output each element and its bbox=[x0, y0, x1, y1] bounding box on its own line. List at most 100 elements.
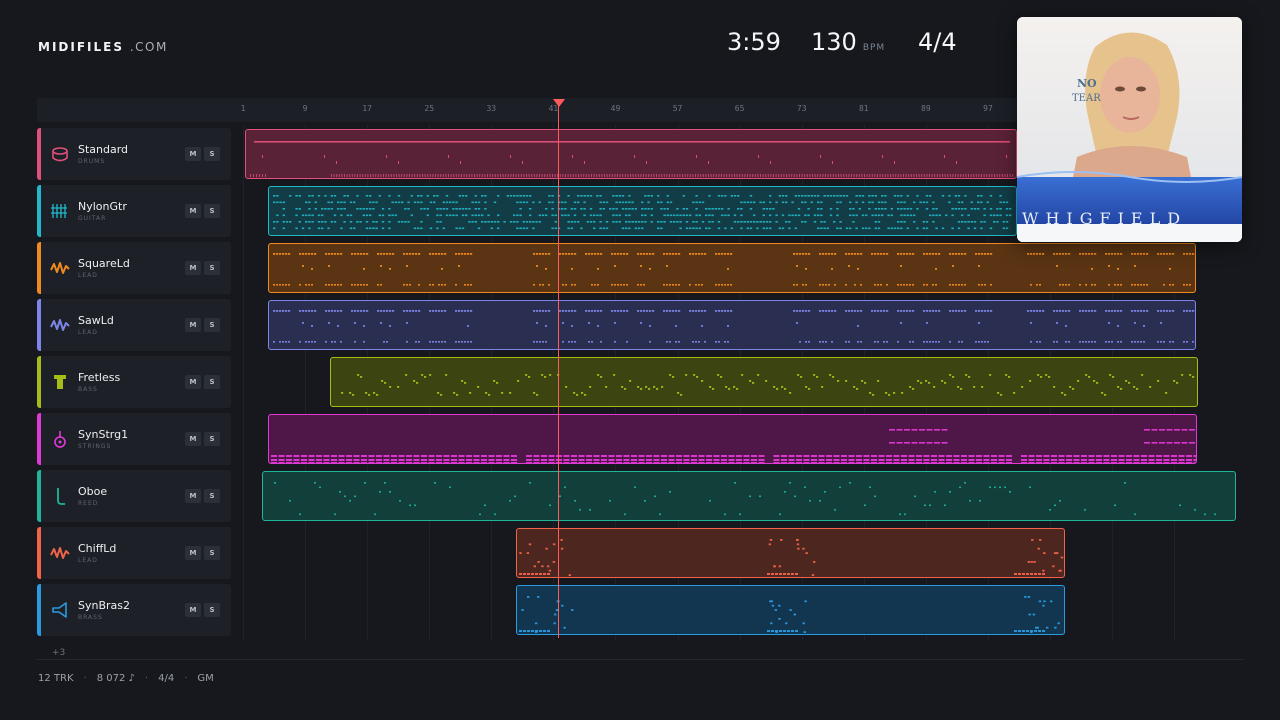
solo-button[interactable]: S bbox=[204, 318, 220, 332]
mute-button[interactable]: M bbox=[185, 489, 201, 503]
track-header-fretless[interactable]: Fretless BASS M S bbox=[37, 356, 231, 408]
track-name: ChiffLd bbox=[78, 542, 117, 555]
track-count: 12 TRK bbox=[38, 673, 74, 684]
track-color-strip bbox=[37, 527, 41, 579]
wave-icon bbox=[50, 258, 70, 278]
brand-logo: MIDIFILES .COM bbox=[38, 40, 168, 54]
svg-text:TEAR: TEAR bbox=[1072, 93, 1101, 104]
mute-button[interactable]: M bbox=[185, 261, 201, 275]
midi-clip-squareld[interactable] bbox=[268, 243, 1196, 293]
mute-button[interactable]: M bbox=[185, 204, 201, 218]
track-name: SynStrg1 bbox=[78, 428, 129, 441]
svg-text:NO: NO bbox=[1077, 77, 1097, 90]
track-category: REED bbox=[78, 500, 99, 507]
track-category: BRASS bbox=[78, 614, 103, 621]
midi-standard: GM bbox=[197, 673, 214, 684]
ruler-tick-label: 65 bbox=[734, 104, 745, 113]
track-category: LEAD bbox=[78, 272, 98, 279]
solo-button[interactable]: S bbox=[204, 489, 220, 503]
status-footer: 12 TRK · 8 072 ♪ · 4/4 · GM bbox=[38, 673, 214, 684]
solo-button[interactable]: S bbox=[204, 375, 220, 389]
mute-button[interactable]: M bbox=[185, 546, 201, 560]
separator: · bbox=[184, 673, 188, 684]
album-cover: NO TEAR WHIGFIELD bbox=[1017, 17, 1242, 242]
note-count: 8 072 ♪ bbox=[96, 673, 135, 684]
mute-button[interactable]: M bbox=[185, 147, 201, 161]
track-header-oboe[interactable]: Oboe REED M S bbox=[37, 470, 231, 522]
ruler-tick-label: 33 bbox=[486, 104, 497, 113]
midi-clip-fretless[interactable] bbox=[330, 357, 1198, 407]
track-category: GUITAR bbox=[78, 215, 107, 222]
song-duration: 3:59 bbox=[727, 28, 781, 56]
track-name: NylonGtr bbox=[78, 200, 127, 213]
track-header-nylongtr[interactable]: NylonGtr GUITAR M S bbox=[37, 185, 231, 237]
ruler-tick-label: 9 bbox=[302, 104, 308, 113]
separator: · bbox=[83, 673, 87, 684]
track-header-squareld[interactable]: SquareLd LEAD M S bbox=[37, 242, 231, 294]
brand-name: MIDIFILES bbox=[38, 40, 124, 54]
midi-clip-oboe[interactable] bbox=[262, 471, 1236, 521]
track-color-strip bbox=[37, 470, 41, 522]
track-category: LEAD bbox=[78, 329, 98, 336]
ruler-tick-label: 25 bbox=[424, 104, 435, 113]
midi-clip-synstrg1[interactable] bbox=[268, 414, 1197, 464]
playhead[interactable] bbox=[558, 106, 559, 638]
track-color-strip bbox=[37, 584, 41, 636]
wave-icon bbox=[50, 543, 70, 563]
time-signature: 4/4 bbox=[918, 28, 957, 56]
ruler-tick-label: 17 bbox=[362, 104, 372, 113]
mute-button[interactable]: M bbox=[185, 603, 201, 617]
bpm-value: 130 bbox=[811, 28, 857, 56]
track-header-standard[interactable]: Standard DRUMS M S bbox=[37, 128, 231, 180]
guitar-icon bbox=[50, 201, 70, 221]
solo-button[interactable]: S bbox=[204, 603, 220, 617]
track-name: Fretless bbox=[78, 371, 121, 384]
track-color-strip bbox=[37, 356, 41, 408]
playhead-handle[interactable] bbox=[553, 99, 565, 107]
track-name: SynBras2 bbox=[78, 599, 131, 612]
track-color-strip bbox=[37, 242, 41, 294]
ruler-tick-label: 1 bbox=[240, 104, 246, 113]
ruler-tick-label: 81 bbox=[858, 104, 869, 113]
footer-divider bbox=[37, 659, 1243, 660]
solo-button[interactable]: S bbox=[204, 432, 220, 446]
ruler-tick-label: 73 bbox=[796, 104, 807, 113]
ruler-tick-label: 57 bbox=[672, 104, 683, 113]
track-color-strip bbox=[37, 185, 41, 237]
time-signature-value: 4/4 bbox=[918, 28, 957, 56]
drum-icon bbox=[50, 144, 70, 164]
bass-icon bbox=[50, 372, 70, 392]
track-header-sawld[interactable]: SawLd LEAD M S bbox=[37, 299, 231, 351]
ruler-tick-label: 49 bbox=[610, 104, 621, 113]
solo-button[interactable]: S bbox=[204, 546, 220, 560]
midi-clip-chiffld[interactable] bbox=[516, 528, 1065, 578]
tempo-display: 130 BPM bbox=[811, 28, 885, 56]
solo-button[interactable]: S bbox=[204, 261, 220, 275]
solo-button[interactable]: S bbox=[204, 147, 220, 161]
more-tracks-indicator[interactable]: +3 bbox=[52, 648, 65, 658]
midi-clip-sawld[interactable] bbox=[268, 300, 1196, 350]
bpm-label: BPM bbox=[862, 43, 886, 53]
mute-button[interactable]: M bbox=[185, 432, 201, 446]
album-artist-text: WHIGFIELD bbox=[1022, 209, 1187, 228]
midi-clip-standard[interactable] bbox=[245, 129, 1017, 179]
track-category: LEAD bbox=[78, 557, 98, 564]
track-header-chiffld[interactable]: ChiffLd LEAD M S bbox=[37, 527, 231, 579]
track-header-synbras2[interactable]: SynBras2 BRASS M S bbox=[37, 584, 231, 636]
ruler-tick-label: 97 bbox=[983, 104, 993, 113]
solo-button[interactable]: S bbox=[204, 204, 220, 218]
track-header-synstrg1[interactable]: SynStrg1 STRINGS M S bbox=[37, 413, 231, 465]
mute-button[interactable]: M bbox=[185, 375, 201, 389]
grid-line bbox=[243, 124, 244, 640]
strings-icon bbox=[50, 429, 70, 449]
track-color-strip bbox=[37, 299, 41, 351]
midi-clip-synbras2[interactable] bbox=[516, 585, 1065, 635]
track-color-strip bbox=[37, 413, 41, 465]
midi-clip-nylongtr[interactable] bbox=[268, 186, 1017, 236]
mute-button[interactable]: M bbox=[185, 318, 201, 332]
duration-value: 3:59 bbox=[727, 28, 781, 56]
wave-icon bbox=[50, 315, 70, 335]
brass-icon bbox=[50, 600, 70, 620]
track-category: STRINGS bbox=[78, 443, 112, 450]
track-category: BASS bbox=[78, 386, 98, 393]
